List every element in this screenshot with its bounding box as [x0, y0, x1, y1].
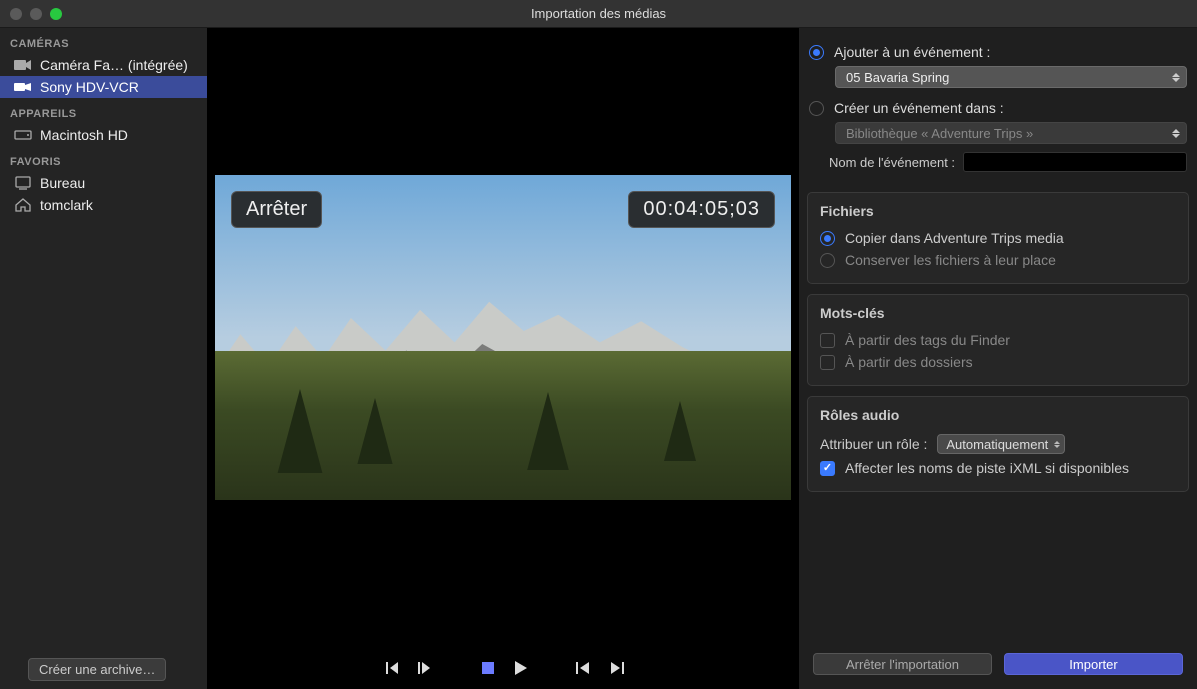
camera-icon [14, 58, 32, 72]
sidebar-item-sony-hdv[interactable]: Sony HDV-VCR [0, 76, 207, 98]
timecode-display: 00:04:05;03 [628, 191, 775, 228]
transport-bar [207, 647, 799, 689]
event-name-label: Nom de l'événement : [829, 155, 955, 170]
sidebar-item-label: Macintosh HD [40, 127, 128, 143]
stop-capture-button[interactable]: Arrêter [231, 191, 322, 228]
finder-tags-option[interactable]: À partir des tags du Finder [820, 329, 1176, 351]
ixml-label: Affecter les noms de piste iXML si dispo… [845, 460, 1129, 476]
event-select[interactable]: 05 Bavaria Spring [835, 66, 1187, 88]
files-header: Fichiers [820, 203, 1176, 219]
chevron-updown-icon [1054, 441, 1060, 448]
checkbox-icon [820, 461, 835, 476]
sidebar-header-devices: APPAREILS [0, 98, 207, 124]
folder-keywords-option[interactable]: À partir des dossiers [820, 351, 1176, 373]
copy-files-option[interactable]: Copier dans Adventure Trips media [820, 227, 1176, 249]
radio-icon [820, 253, 835, 268]
sidebar-item-macintosh-hd[interactable]: Macintosh HD [0, 124, 207, 146]
sidebar-header-favorites: FAVORIS [0, 146, 207, 172]
copy-files-label: Copier dans Adventure Trips media [845, 230, 1064, 246]
radio-icon [809, 101, 824, 116]
play-button[interactable] [513, 660, 529, 676]
sidebar-item-camera-builtin[interactable]: Caméra Fa… (intégrée) [0, 54, 207, 76]
sidebar-item-desktop[interactable]: Bureau [0, 172, 207, 194]
assign-role-label: Attribuer un rôle : [820, 436, 927, 452]
audio-roles-section: Rôles audio Attribuer un rôle : Automati… [807, 396, 1189, 492]
leave-files-label: Conserver les fichiers à leur place [845, 252, 1056, 268]
folder-keywords-label: À partir des dossiers [845, 354, 973, 370]
stop-button[interactable] [481, 661, 495, 675]
ixml-option[interactable]: Affecter les noms de piste iXML si dispo… [820, 457, 1176, 479]
chevron-updown-icon [1172, 129, 1180, 138]
create-event-option[interactable]: Créer un événement dans : [809, 96, 1187, 120]
import-button[interactable]: Importer [1004, 653, 1183, 675]
assign-role-value: Automatiquement [946, 437, 1048, 452]
checkbox-icon [820, 355, 835, 370]
import-settings-panel: Ajouter à un événement : 05 Bavaria Spri… [799, 28, 1197, 689]
video-preview: Arrêter 00:04:05;03 [215, 175, 791, 500]
sidebar-item-label: Caméra Fa… (intégrée) [40, 57, 188, 73]
titlebar: Importation des médias [0, 0, 1197, 28]
files-section: Fichiers Copier dans Adventure Trips med… [807, 192, 1189, 284]
sidebar-header-cameras: CAMÉRAS [0, 28, 207, 54]
add-to-event-option[interactable]: Ajouter à un événement : [809, 40, 1187, 64]
step-back-button[interactable] [381, 661, 399, 675]
event-name-input[interactable] [963, 152, 1187, 172]
stop-import-button[interactable]: Arrêter l'importation [813, 653, 992, 675]
sidebar-item-label: tomclark [40, 197, 93, 213]
prev-clip-button[interactable] [575, 661, 591, 675]
add-to-event-label: Ajouter à un événement : [834, 44, 990, 60]
checkbox-icon [820, 333, 835, 348]
assign-role-select[interactable]: Automatiquement [937, 434, 1065, 454]
event-select-value: 05 Bavaria Spring [846, 70, 949, 85]
create-archive-button[interactable]: Créer une archive… [28, 658, 166, 681]
create-event-label: Créer un événement dans : [834, 100, 1004, 116]
library-select: Bibliothèque « Adventure Trips » [835, 122, 1187, 144]
finder-tags-label: À partir des tags du Finder [845, 332, 1010, 348]
keywords-header: Mots-clés [820, 305, 1176, 321]
sidebar-item-label: Bureau [40, 175, 85, 191]
home-icon [14, 198, 32, 212]
sidebar-item-home[interactable]: tomclark [0, 194, 207, 216]
leave-files-option[interactable]: Conserver les fichiers à leur place [820, 249, 1176, 271]
radio-icon [820, 231, 835, 246]
audio-roles-header: Rôles audio [820, 407, 1176, 423]
desktop-icon [14, 176, 32, 190]
radio-icon [809, 45, 824, 60]
library-select-value: Bibliothèque « Adventure Trips » [846, 126, 1033, 141]
step-forward-button[interactable] [417, 661, 435, 675]
harddrive-icon [14, 128, 32, 142]
camcorder-icon [14, 80, 32, 94]
window-title: Importation des médias [0, 6, 1197, 21]
chevron-updown-icon [1172, 73, 1180, 82]
next-clip-button[interactable] [609, 661, 625, 675]
preview-pane: Arrêter 00:04:05;03 [207, 28, 799, 689]
sidebar-item-label: Sony HDV-VCR [40, 79, 139, 95]
source-sidebar: CAMÉRAS Caméra Fa… (intégrée) Sony HDV-V… [0, 28, 207, 689]
keywords-section: Mots-clés À partir des tags du Finder À … [807, 294, 1189, 386]
